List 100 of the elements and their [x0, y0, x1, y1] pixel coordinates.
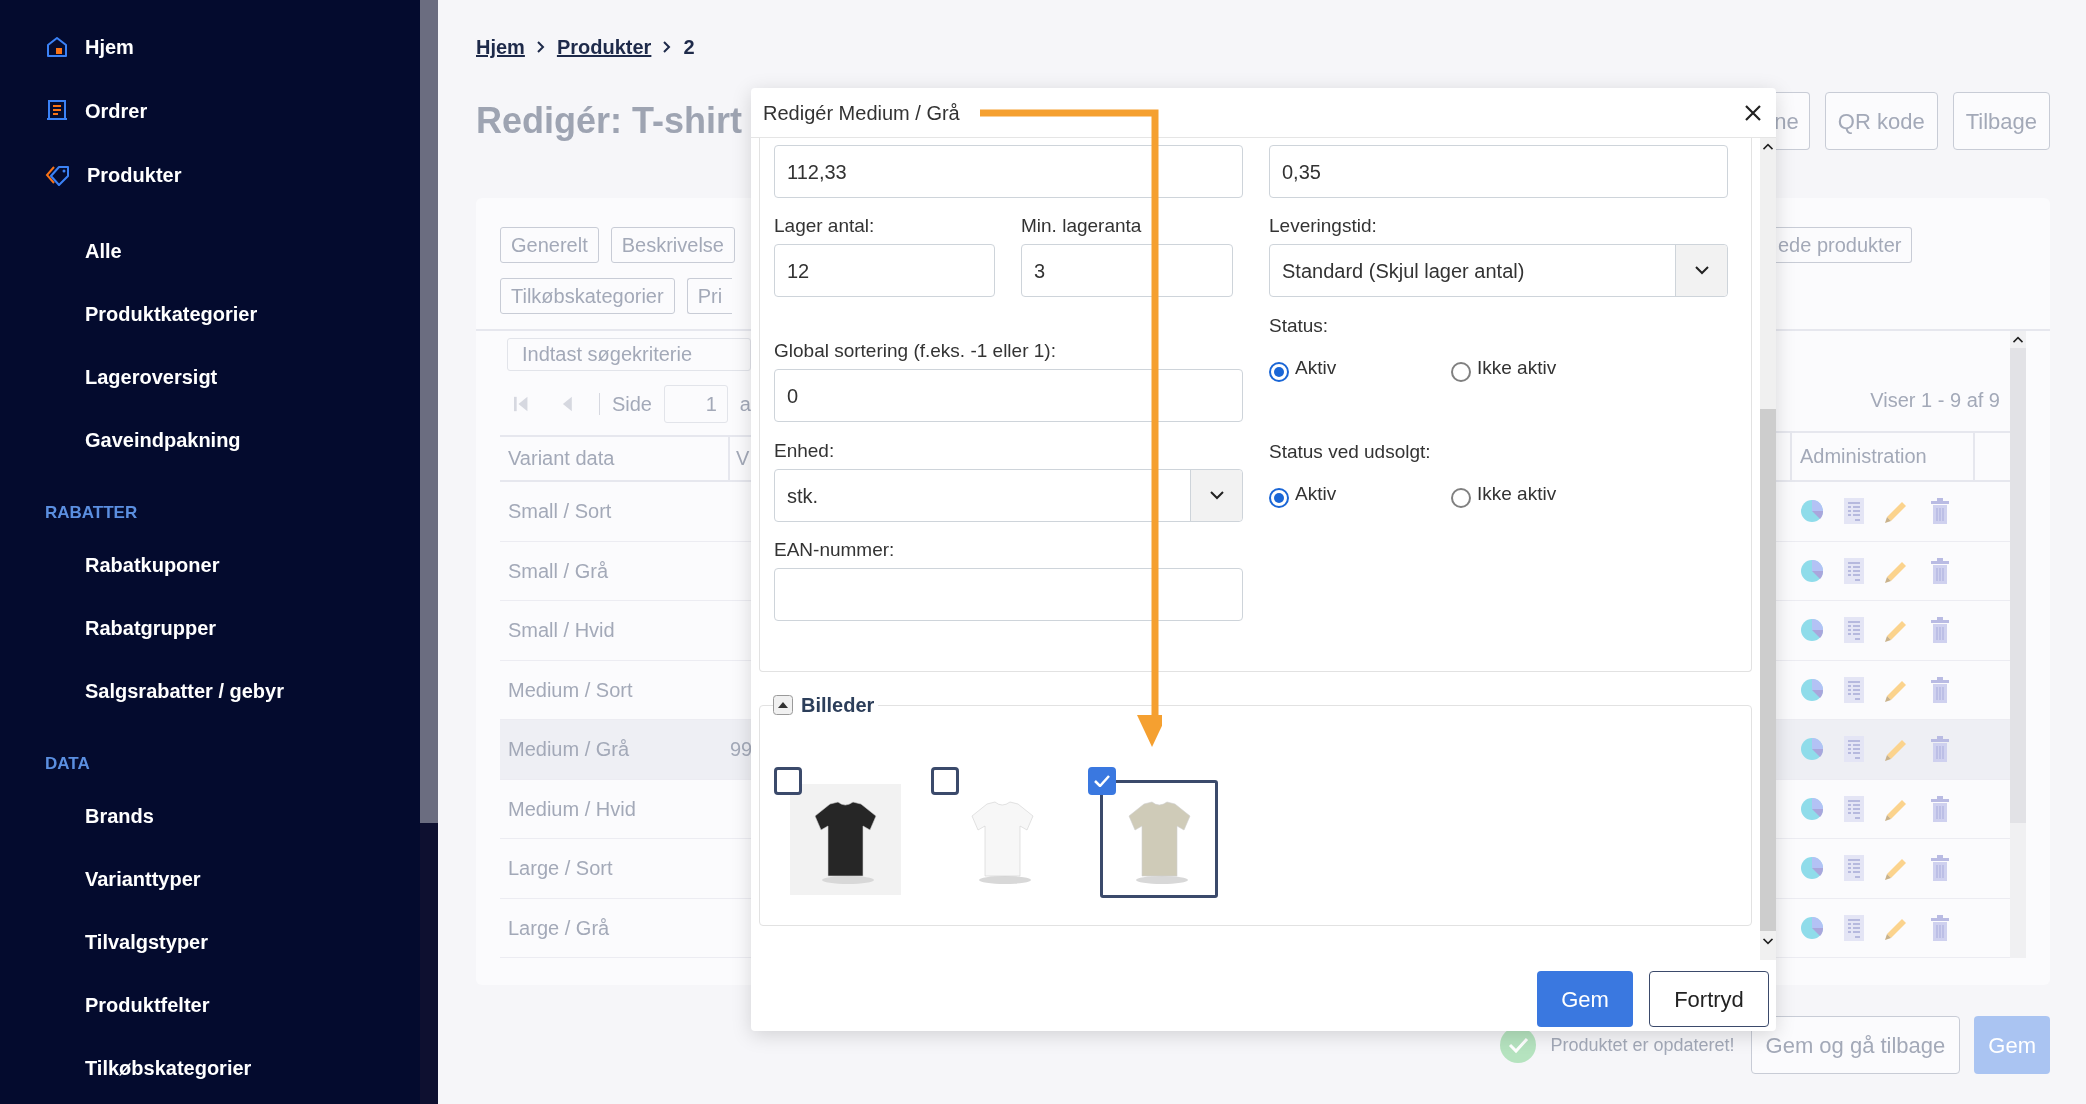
trash-icon[interactable] [1930, 557, 1950, 584]
nav-item[interactable]: Salgsrabatter / gebyr [85, 659, 284, 722]
nav-item[interactable]: Rabatgrupper [85, 596, 217, 659]
nav-item[interactable]: Lageroversigt [85, 345, 218, 408]
breadcrumb-current: 2 [683, 35, 695, 60]
section-title: Billeder [801, 693, 875, 718]
table-cell-text: 99 [730, 737, 753, 763]
pie-chart-icon[interactable] [1800, 499, 1824, 524]
nav-item[interactable]: Brands [85, 784, 154, 847]
status-message: Produktet er opdateret! [1550, 1033, 1735, 1057]
page-title: Redigér: T-shirt [476, 99, 743, 143]
pie-chart-icon[interactable] [1800, 558, 1824, 583]
pie-chart-icon[interactable] [1800, 618, 1824, 643]
table-cell-text: Medium / Grå [507, 737, 631, 763]
trash-icon[interactable] [1930, 736, 1950, 763]
page-total-text: a [739, 391, 751, 417]
previous-page-icon[interactable] [562, 394, 574, 413]
input-field[interactable]: 0 [774, 369, 1243, 422]
radio-label: Ikke aktiv [1477, 356, 1557, 380]
cancel-button[interactable]: Fortryd [1649, 971, 1769, 1027]
breadcrumb-link[interactable]: Hjem [476, 32, 525, 62]
nav-item[interactable]: Ordrer [45, 79, 148, 143]
nav-item[interactable]: Tilkøbskategorier [85, 1036, 252, 1099]
nav-item[interactable]: Produktkategorier [85, 282, 258, 345]
pie-chart-icon[interactable] [1800, 677, 1824, 702]
chevron-right-icon [536, 41, 545, 53]
page-label: Side [611, 391, 652, 417]
radio-button[interactable] [1269, 362, 1289, 382]
document-icon[interactable] [1844, 914, 1864, 941]
document-icon[interactable] [1844, 676, 1864, 703]
scrollbar[interactable] [2010, 331, 2026, 958]
radio-label: Aktiv [1295, 482, 1337, 506]
house-icon [45, 35, 69, 59]
table-cell-text: Small / Grå [507, 558, 610, 584]
input-field[interactable] [774, 568, 1243, 621]
input-field[interactable]: 12 [774, 244, 995, 297]
scroll-up-icon [2012, 336, 2024, 343]
field-label: Lager antal: [774, 213, 876, 238]
results-summary: Viser 1 - 9 af 9 [1870, 387, 2000, 413]
pie-chart-icon[interactable] [1800, 737, 1824, 762]
receipt-icon [45, 99, 69, 123]
trash-icon[interactable] [1930, 795, 1950, 822]
checkbox[interactable] [931, 767, 959, 795]
radio-button[interactable] [1269, 488, 1289, 508]
collapse-icon[interactable] [773, 695, 793, 715]
checkbox[interactable] [1088, 767, 1116, 795]
document-icon[interactable] [1844, 557, 1864, 584]
trash-icon[interactable] [1930, 617, 1950, 644]
nav-item[interactable]: Varianttyper [85, 847, 201, 910]
table-cell-text: Medium / Hvid [507, 796, 637, 822]
radio-button[interactable] [1451, 488, 1471, 508]
table-cell-text: Medium / Sort [507, 677, 634, 703]
input-field[interactable]: 3 [1021, 244, 1233, 297]
trash-icon[interactable] [1930, 855, 1950, 882]
document-icon[interactable] [1844, 498, 1864, 525]
nav-item[interactable]: Tilvalgstyper [85, 910, 209, 973]
field-label: Leveringstid: [1269, 213, 1378, 238]
breadcrumb-link[interactable]: Produkter [556, 32, 652, 62]
field-label: Status: [1269, 313, 1330, 338]
document-icon[interactable] [1844, 736, 1864, 763]
scroll-up-icon [1762, 143, 1774, 150]
field-label: Global sortering (f.eks. -1 eller 1): [774, 338, 1057, 363]
nav-item[interactable]: Gaveindpakning [85, 408, 241, 471]
first-page-icon[interactable] [514, 394, 529, 413]
pie-chart-icon[interactable] [1800, 915, 1824, 940]
field-label: EAN-nummer: [774, 537, 896, 562]
document-icon[interactable] [1844, 617, 1864, 644]
trash-icon[interactable] [1930, 676, 1950, 703]
close-icon[interactable] [1744, 103, 1762, 122]
nav-item[interactable]: Produkter [45, 143, 182, 207]
input-field[interactable]: 112,33 [774, 145, 1243, 198]
input-field[interactable]: 0,35 [1269, 145, 1728, 198]
pie-chart-icon[interactable] [1800, 856, 1824, 881]
trash-icon[interactable] [1930, 498, 1950, 525]
table-cell-text: Small / Hvid [507, 618, 616, 644]
dropdown[interactable]: Standard (Skjul lager antal) [1269, 244, 1728, 297]
field-label: Min. lageranta [1021, 213, 1143, 238]
radio-button[interactable] [1451, 362, 1471, 382]
nav-item[interactable]: Hjem [45, 15, 134, 79]
checkbox[interactable] [774, 767, 802, 795]
chevron-down-icon [1209, 491, 1224, 500]
scrollbar[interactable] [420, 0, 438, 1104]
section-heading: RABATTER [45, 502, 138, 525]
document-icon[interactable] [1844, 855, 1864, 882]
trash-icon[interactable] [1930, 914, 1950, 941]
nav-item[interactable]: Alle [85, 219, 122, 282]
nav-item[interactable]: Produktfelter [85, 973, 210, 1036]
radio-label: Aktiv [1295, 356, 1337, 380]
document-icon[interactable] [1844, 795, 1864, 822]
nav-item[interactable]: Rabatkuponer [85, 533, 220, 596]
save-button[interactable]: Gem [1537, 971, 1633, 1027]
chevron-right-icon [663, 41, 672, 53]
dialog-title: Redigér Medium / Grå [763, 100, 960, 126]
table-cell-text: Large / Sort [507, 856, 614, 882]
field-label: Enhed: [774, 438, 836, 463]
dropdown[interactable]: stk. [774, 469, 1243, 522]
pie-chart-icon[interactable] [1800, 796, 1824, 821]
field-label: Status ved udsolgt: [1269, 439, 1432, 464]
scrollbar[interactable] [1760, 138, 1776, 960]
table-cell-text: Small / Sort [507, 499, 613, 525]
